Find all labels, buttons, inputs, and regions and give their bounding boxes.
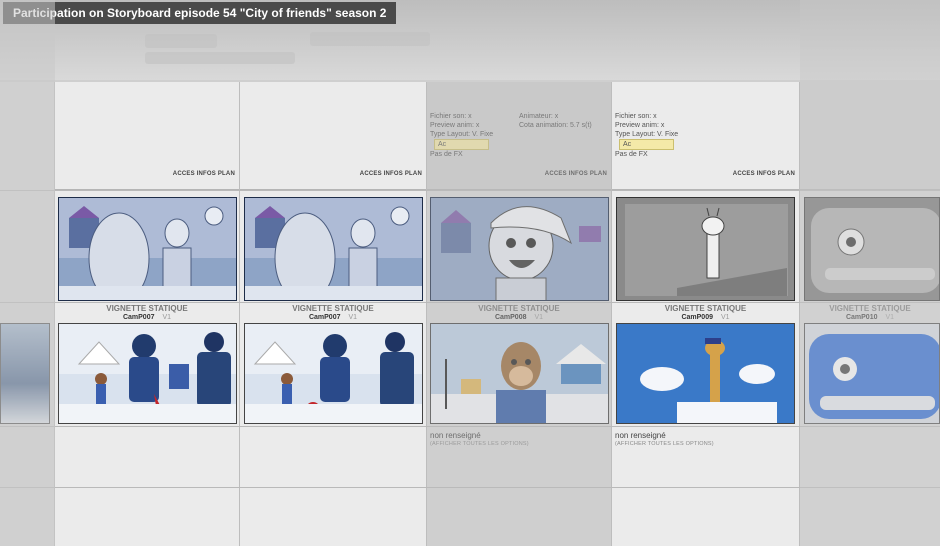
blur-overlay-left	[0, 0, 55, 546]
info-line: Fichier son: x	[615, 113, 657, 120]
column-shot-2: ACCES INFOS PLAN VIGNETTE STATIQUE CamP0…	[240, 82, 427, 546]
shot-thumbnail[interactable]	[430, 323, 609, 424]
vignette-label: VIGNETTE STATIQUE	[292, 304, 374, 313]
cam-version[interactable]: V1	[162, 314, 171, 321]
acces-infos-plan-link[interactable]: ACCES INFOS PLAN	[733, 171, 795, 177]
show-options-link[interactable]: (AFFICHER TOUTES LES OPTIONS)	[615, 441, 714, 447]
column-shot-1: ACCES INFOS PLAN VIGNETTE STATIQUE CamP0…	[55, 82, 240, 546]
storyboard-drawing[interactable]	[244, 197, 423, 301]
render-image	[431, 324, 608, 423]
vignette-label: VIGNETTE STATIQUE	[664, 304, 747, 313]
cam-name: CamP009	[681, 314, 713, 321]
shot-info-lines: Fichier son: x Preview anim: x Type Layo…	[430, 112, 493, 159]
cam-name: CamP007	[122, 314, 155, 321]
status-text: non renseigné	[615, 431, 666, 440]
shot-thumbnail[interactable]	[58, 323, 237, 424]
storyboard-drawing[interactable]	[58, 197, 237, 301]
cam-id: CamP007 V1	[55, 314, 239, 321]
info-line: Type Layout: V. Fixe Ac	[430, 130, 493, 150]
storyboard-sketch-image	[245, 198, 422, 300]
shot-info-panel: Fichier son: x Preview anim: x Type Layo…	[427, 82, 611, 190]
row-divider	[0, 302, 940, 303]
shot-info-lines: Fichier son: x Preview anim: x Type Layo…	[615, 112, 678, 159]
shot-thumbnail[interactable]	[244, 323, 423, 424]
info-line: Cota animation: 5.7 s(t)	[519, 122, 592, 129]
row-divider	[0, 426, 940, 427]
info-line-text: Type Layout: V. Fixe	[615, 131, 679, 138]
info-line: Animateur: x	[519, 113, 559, 120]
cam-name: CamP007	[308, 314, 341, 321]
storyboard-sketch-image	[59, 198, 236, 300]
info-line: Type Layout: V. Fixe Ac	[615, 130, 678, 150]
blurred-field	[145, 34, 217, 48]
cam-id: CamP009 V1	[612, 314, 799, 321]
info-line-text: Type Layout: V. Fixe	[430, 131, 494, 138]
info-line: Fichier son: x	[430, 113, 472, 120]
shot-info-panel: ACCES INFOS PLAN	[55, 82, 239, 190]
row-divider	[0, 487, 940, 488]
shot-info-panel: Fichier son: x Preview anim: x Type Layo…	[612, 82, 799, 190]
storyboard-grid: ACCES INFOS PLAN VIGNETTE STATIQUE CamP0…	[0, 82, 940, 546]
shot-info-panel: ACCES INFOS PLAN	[240, 82, 426, 190]
row-divider	[0, 190, 940, 191]
blurred-field	[310, 32, 430, 46]
cam-id: CamP007 V1	[240, 314, 426, 321]
storyboard-sketch-image	[431, 198, 608, 300]
info-line: Pas de FX	[615, 151, 648, 158]
status-text: non renseigné	[430, 431, 481, 440]
info-line: Pas de FX	[430, 151, 463, 158]
cam-version[interactable]: V1	[534, 314, 543, 321]
cam-name: CamP008	[494, 314, 527, 321]
render-image	[245, 324, 422, 423]
storyboard-drawing[interactable]	[616, 197, 795, 301]
info-line: Preview anim: x	[615, 122, 665, 129]
vignette-label: VIGNETTE STATIQUE	[478, 304, 560, 313]
cam-version[interactable]: V1	[721, 314, 730, 321]
page-title: Participation on Storyboard episode 54 "…	[3, 2, 397, 24]
cam-version[interactable]: V1	[348, 314, 357, 321]
column-shot-4: Fichier son: x Preview anim: x Type Layo…	[612, 82, 800, 546]
cam-id: CamP008 V1	[427, 314, 611, 321]
vignette-label: VIGNETTE STATIQUE	[106, 304, 188, 313]
info-line: Preview anim: x	[430, 122, 480, 129]
render-image	[617, 324, 794, 423]
ac-badge[interactable]: Ac	[619, 139, 675, 150]
acces-infos-plan-link[interactable]: ACCES INFOS PLAN	[360, 171, 422, 177]
acces-infos-plan-link[interactable]: ACCES INFOS PLAN	[173, 171, 235, 177]
acces-infos-plan-link[interactable]: ACCES INFOS PLAN	[545, 171, 607, 177]
storyboard-drawing[interactable]	[430, 197, 609, 301]
blur-overlay-right	[800, 0, 940, 546]
show-options-link[interactable]: (AFFICHER TOUTES LES OPTIONS)	[430, 441, 529, 447]
blurred-field	[145, 52, 295, 64]
render-image	[59, 324, 236, 423]
shot-info-lines-right: Animateur: x Cota animation: 5.7 s(t)	[519, 112, 592, 130]
storyboard-sketch-image	[617, 198, 794, 300]
shot-thumbnail[interactable]	[616, 323, 795, 424]
column-shot-3: Fichier son: x Preview anim: x Type Layo…	[427, 82, 612, 546]
ac-badge[interactable]: Ac	[434, 139, 490, 150]
